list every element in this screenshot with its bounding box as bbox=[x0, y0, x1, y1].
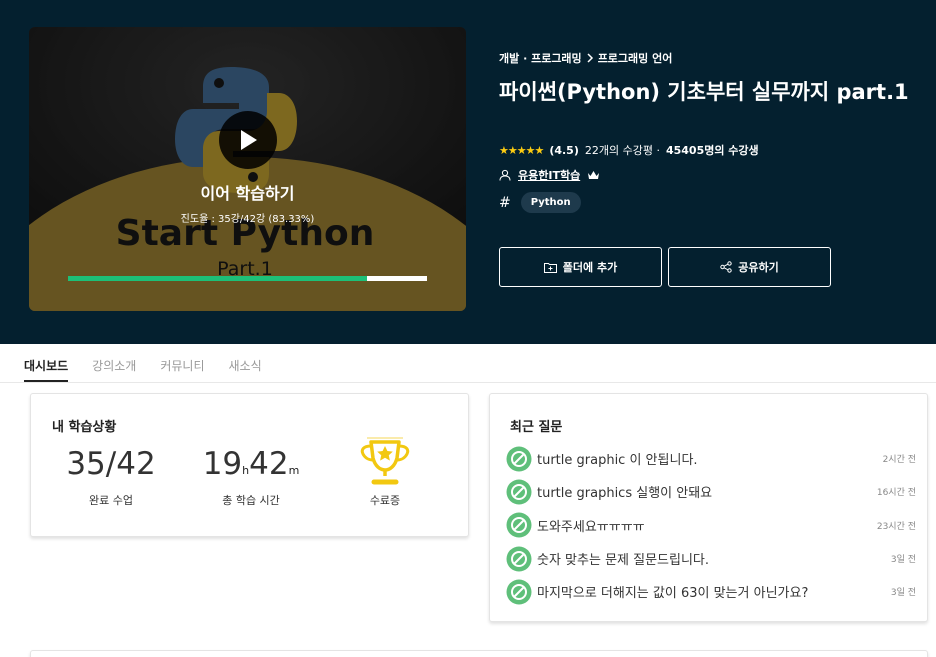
minutes-unit: m bbox=[288, 464, 300, 477]
question-item[interactable]: 마지막으로 더해지는 값이 63이 맞는거 아닌가요? 3일 전 bbox=[506, 575, 916, 608]
question-list: turtle graphic 이 안됩니다. 2시간 전 turtle grap… bbox=[506, 442, 916, 608]
completed-lessons-stat: 35/42 bbox=[51, 446, 171, 482]
course-info: 개발 · 프로그래밍 프로그래밍 언어 파이썬(Python) 기초부터 실무까… bbox=[499, 50, 919, 213]
question-status-icon bbox=[506, 512, 532, 538]
question-time: 3일 전 bbox=[890, 588, 916, 599]
recent-questions-title: 최근 질문 bbox=[510, 420, 563, 435]
instructor-row: 유용한IT학습 bbox=[499, 167, 919, 183]
tab-course-intro[interactable]: 강의소개 bbox=[92, 357, 136, 382]
tab-community[interactable]: 커뮤니티 bbox=[160, 357, 204, 382]
share-icon bbox=[720, 261, 732, 273]
chevron-right-icon bbox=[587, 53, 593, 63]
question-status-icon bbox=[506, 546, 532, 572]
share-button[interactable]: 공유하기 bbox=[668, 247, 831, 287]
star-rating-icon: ★★★★★ bbox=[499, 143, 544, 157]
user-icon bbox=[499, 169, 511, 181]
crown-icon bbox=[588, 171, 600, 179]
course-hero: Start Python Part.1 이어 학습하기 진도율 : 35강/42… bbox=[0, 0, 936, 344]
certificate-stat[interactable] bbox=[325, 436, 445, 492]
learning-status-card: 내 학습상황 35/42 완료 수업 19h42m 총 학습 시간 수료증 bbox=[30, 393, 469, 537]
question-time: 23시간 전 bbox=[876, 521, 916, 532]
completed-lessons-value: 35/42 bbox=[66, 446, 156, 482]
tag-row: # Python bbox=[499, 192, 919, 213]
question-item[interactable]: 도와주세요ㅠㅠㅠㅠ 23시간 전 bbox=[506, 509, 916, 542]
breadcrumb-subcategory[interactable]: 프로그래밍 언어 bbox=[598, 50, 673, 66]
question-item[interactable]: turtle graphic 이 안됩니다. 2시간 전 bbox=[506, 442, 916, 475]
folder-plus-icon bbox=[543, 262, 557, 273]
question-title: turtle graphics 실행이 안돼요 bbox=[537, 486, 713, 502]
question-status-icon bbox=[506, 579, 532, 605]
total-hours-value: 19 bbox=[202, 446, 243, 482]
breadcrumb: 개발 · 프로그래밍 프로그래밍 언어 bbox=[499, 50, 919, 66]
review-count[interactable]: 22개의 수강평 · bbox=[585, 142, 660, 158]
question-time: 2시간 전 bbox=[882, 455, 916, 466]
learning-status-title: 내 학습상황 bbox=[52, 420, 117, 435]
course-thumbnail[interactable]: Start Python Part.1 이어 학습하기 진도율 : 35강/42… bbox=[29, 27, 466, 311]
tab-news[interactable]: 새소식 bbox=[229, 357, 262, 382]
progress-text: 진도율 : 35강/42강 (83.33%) bbox=[180, 214, 315, 225]
share-label: 공유하기 bbox=[738, 261, 779, 274]
add-to-folder-button[interactable]: 폴더에 추가 bbox=[499, 247, 662, 287]
thumbnail-overlay bbox=[29, 27, 466, 311]
progress-bar-fill bbox=[68, 276, 368, 281]
resume-learning-label[interactable]: 이어 학습하기 bbox=[29, 180, 466, 204]
question-title: turtle graphic 이 안됩니다. bbox=[537, 453, 698, 469]
trophy-icon bbox=[360, 437, 410, 485]
question-item[interactable]: 숫자 맞추는 문제 질문드립니다. 3일 전 bbox=[506, 542, 916, 575]
instructor-link[interactable]: 유용한IT학습 bbox=[518, 167, 580, 183]
tag-python[interactable]: Python bbox=[520, 192, 581, 213]
question-item[interactable]: turtle graphics 실행이 안돼요 16시간 전 bbox=[506, 475, 916, 508]
question-status-icon bbox=[506, 479, 532, 505]
total-time-label: 총 학습 시간 bbox=[222, 494, 280, 507]
course-tabs: 대시보드 강의소개 커뮤니티 새소식 bbox=[0, 344, 936, 383]
tab-dashboard[interactable]: 대시보드 bbox=[24, 357, 69, 382]
total-time-stat: 19h42m bbox=[191, 446, 311, 482]
add-to-folder-label: 폴더에 추가 bbox=[562, 261, 618, 274]
course-title: 파이썬(Python) 기초부터 실무까지 part.1 bbox=[499, 80, 909, 104]
total-minutes-value: 42 bbox=[249, 446, 289, 482]
next-section-card bbox=[30, 650, 928, 657]
question-title: 숫자 맞추는 문제 질문드립니다. bbox=[537, 553, 710, 569]
question-title: 마지막으로 더해지는 값이 63이 맞는거 아닌가요? bbox=[537, 586, 809, 602]
student-count: 45405명의 수강생 bbox=[665, 144, 759, 157]
breadcrumb-category[interactable]: 개발 · 프로그래밍 bbox=[499, 50, 582, 66]
question-time: 16시간 전 bbox=[876, 488, 916, 499]
question-status-icon bbox=[506, 446, 532, 472]
play-icon bbox=[241, 130, 257, 150]
progress-bar bbox=[68, 276, 427, 281]
completed-lessons-label: 완료 수업 bbox=[89, 494, 133, 507]
certificate-label[interactable]: 수료증 bbox=[325, 492, 445, 508]
play-button[interactable] bbox=[219, 111, 277, 169]
question-time: 3일 전 bbox=[890, 555, 916, 566]
hash-icon: # bbox=[499, 194, 511, 211]
question-title: 도와주세요ㅠㅠㅠㅠ bbox=[537, 519, 645, 535]
rating-row: ★★★★★ (4.5) 22개의 수강평 · 45405명의 수강생 bbox=[499, 142, 919, 158]
recent-questions-card: 최근 질문 turtle graphic 이 안됩니다. 2시간 전 turtl… bbox=[489, 393, 928, 622]
rating-value: (4.5) bbox=[549, 143, 579, 157]
